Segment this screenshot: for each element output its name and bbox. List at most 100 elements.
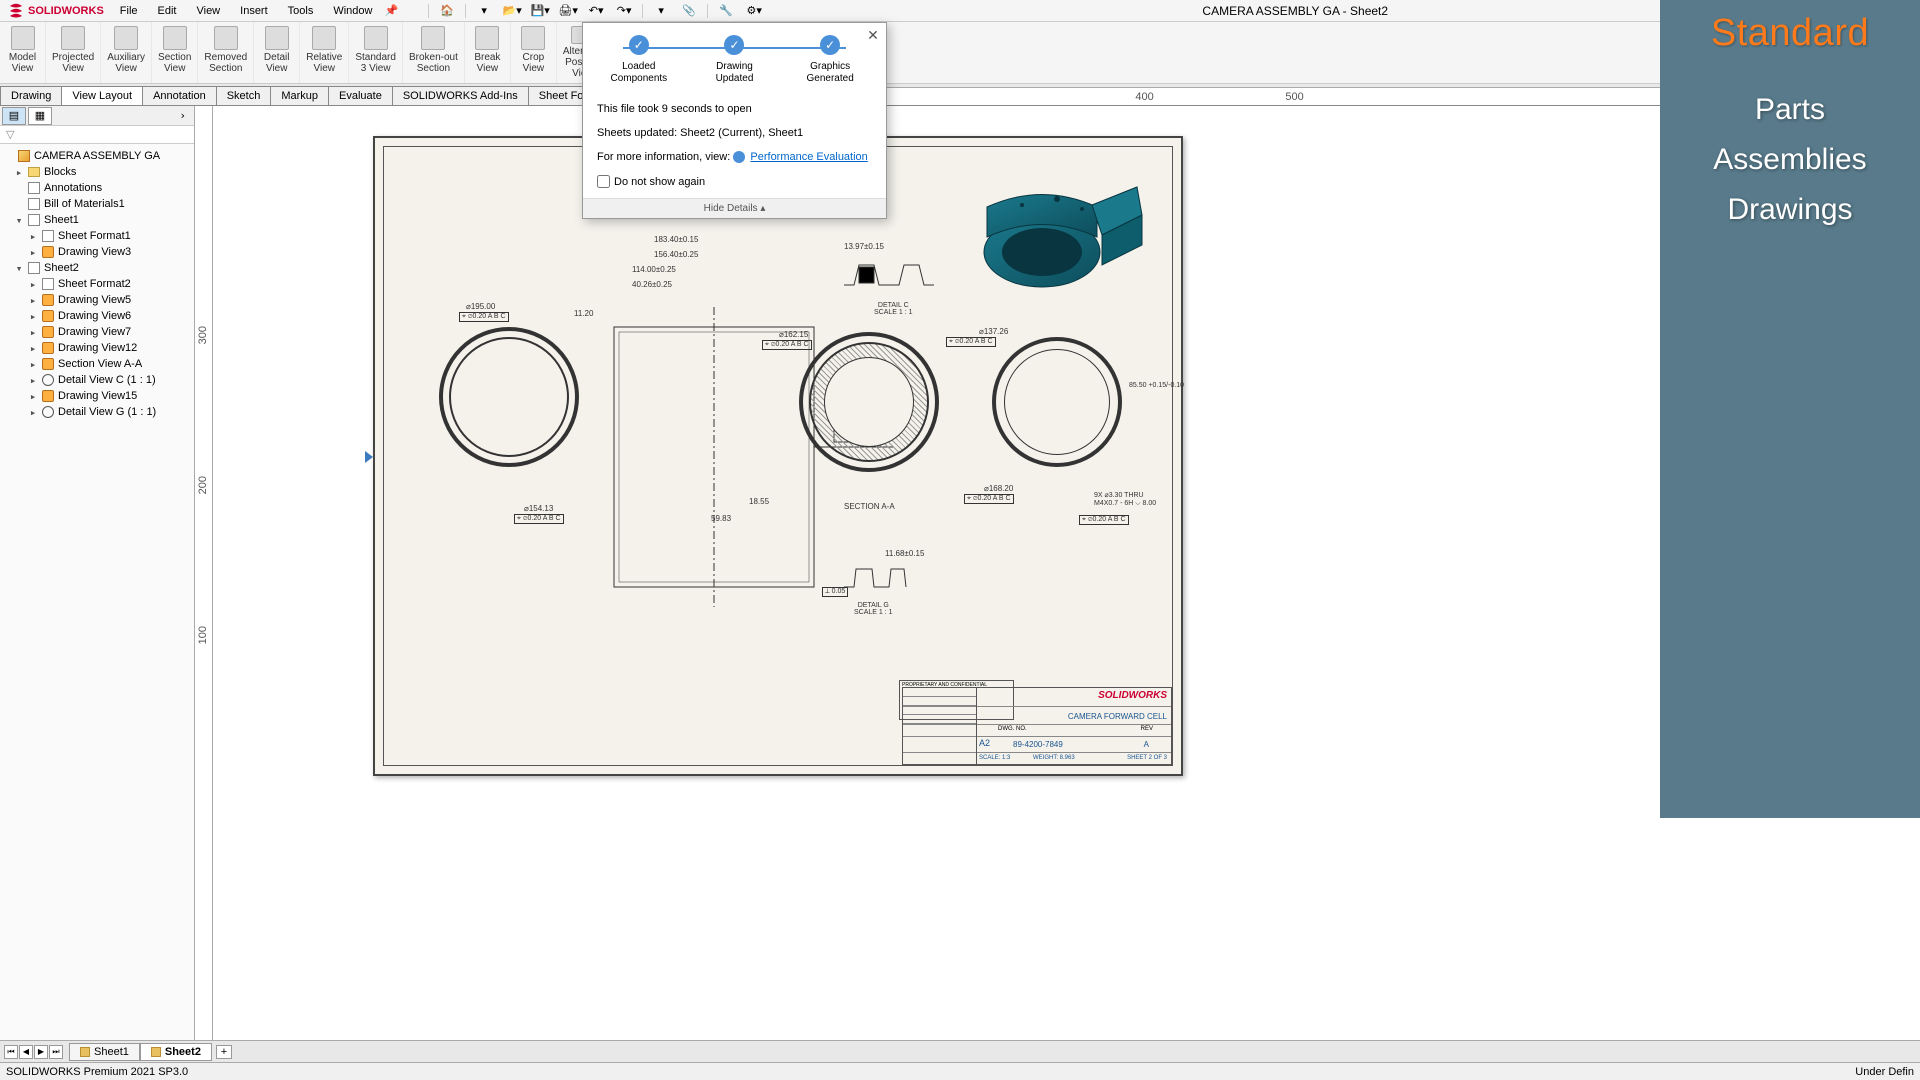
app-logo: SOLIDWORKS (0, 3, 112, 19)
expand-icon[interactable]: ▸ (28, 278, 38, 291)
tab-sketch[interactable]: Sketch (216, 86, 272, 105)
expand-icon[interactable]: ▸ (28, 246, 38, 259)
hide-details-toggle[interactable]: Hide Details ▴ (583, 198, 886, 218)
ribbon-detail-view[interactable]: DetailView (254, 22, 300, 83)
open-icon[interactable]: 📂▾ (502, 3, 522, 19)
ribbon-model-view[interactable]: ModelView (0, 22, 46, 83)
rebuild-icon[interactable]: 🔧 (716, 3, 736, 19)
expand-icon[interactable]: ▸ (28, 406, 38, 419)
dim-85: 85.50 +0.15/-0.10 (1129, 382, 1184, 389)
ribbon-removed-section[interactable]: RemovedSection (198, 22, 254, 83)
tree-item[interactable]: ▸Drawing View12 (0, 340, 194, 356)
expand-icon[interactable]: ▾ (14, 214, 24, 227)
tree-item[interactable]: ▸Section View A-A (0, 356, 194, 372)
save-icon[interactable]: 💾▾ (530, 3, 550, 19)
options-icon[interactable]: ⚙▾ (744, 3, 764, 19)
section-label: SECTION A-A (844, 502, 895, 511)
sheet-nav-first-icon[interactable]: ⏮ (4, 1045, 18, 1059)
tree-item[interactable]: ▸Detail View C (1 : 1) (0, 372, 194, 388)
tree-item[interactable]: ▸Drawing View3 (0, 244, 194, 260)
drawing-sheet: ⌖ ⌀0.20 A B C 183.40±0.15 156.40±0.25 (373, 136, 1183, 776)
ribbon-projected-view[interactable]: ProjectedView (46, 22, 101, 83)
expand-icon[interactable]: ▸ (28, 326, 38, 339)
redo-icon[interactable]: ↷▾ (614, 3, 634, 19)
sheet-tab-sheet2[interactable]: Sheet2 (140, 1043, 212, 1061)
ribbon-break-view[interactable]: BreakView (465, 22, 511, 83)
expand-icon[interactable]: ▸ (28, 230, 38, 243)
tab-annotation[interactable]: Annotation (142, 86, 217, 105)
ribbon-auxiliary-view[interactable]: AuxiliaryView (101, 22, 152, 83)
tree-item[interactable]: ▾Sheet1 (0, 212, 194, 228)
dim-detail-c: 13.97±0.15 (844, 242, 884, 251)
gdt-137: ⌖ ⌀0.20 A B C (946, 337, 996, 347)
ribbon-relative-view[interactable]: RelativeView (300, 22, 349, 83)
gdt-168: ⌖ ⌀0.20 A B C (964, 494, 1014, 504)
undo-icon[interactable]: ↶▾ (586, 3, 606, 19)
expand-arrow-icon[interactable]: › (179, 109, 186, 122)
expand-icon[interactable]: ▸ (28, 342, 38, 355)
add-sheet-icon[interactable]: + (216, 1045, 232, 1059)
performance-icon (733, 151, 745, 163)
ribbon-icon (163, 26, 187, 50)
print-icon[interactable]: 🖨▾ (558, 3, 578, 19)
menu-tools[interactable]: Tools (284, 3, 318, 19)
dim-59: 59.83 (711, 514, 731, 523)
menu-view[interactable]: View (192, 3, 224, 19)
license-overlay: Standard Parts Assemblies Drawings (1660, 0, 1920, 818)
tree-item[interactable]: ▸Blocks (0, 164, 194, 180)
tree-item[interactable]: Annotations (0, 180, 194, 196)
expand-icon[interactable]: ▸ (14, 166, 24, 179)
do-not-show-input[interactable] (597, 175, 610, 188)
tree-root[interactable]: CAMERA ASSEMBLY GA (0, 148, 194, 164)
tree-item[interactable]: ▸Drawing View15 (0, 388, 194, 404)
tree-item[interactable]: ▸Sheet Format2 (0, 276, 194, 292)
dim-162: ⌀162.15 (779, 330, 808, 339)
tree-item[interactable]: ▸Drawing View7 (0, 324, 194, 340)
menu-window[interactable]: Window (329, 3, 376, 19)
menu-file[interactable]: File (116, 3, 142, 19)
feature-tree-tab-icon[interactable]: ▤ (2, 107, 26, 125)
expand-icon[interactable]: ▸ (28, 390, 38, 403)
tree-item[interactable]: ▾Sheet2 (0, 260, 194, 276)
pin-icon[interactable]: 📌 (384, 4, 398, 17)
menu-insert[interactable]: Insert (236, 3, 272, 19)
tab-view-layout[interactable]: View Layout (61, 86, 143, 105)
tab-drawing[interactable]: Drawing (0, 86, 62, 105)
tree-item[interactable]: ▸Drawing View6 (0, 308, 194, 324)
title-block: SOLIDWORKS CAMERA FORWARD CELL DWG. NO. … (902, 687, 1172, 765)
sheet-nav-prev-icon[interactable]: ◀ (19, 1045, 33, 1059)
sheet-nav-last-icon[interactable]: ⏭ (49, 1045, 63, 1059)
expand-icon[interactable]: ▸ (28, 310, 38, 323)
expand-icon[interactable]: ▸ (28, 358, 38, 371)
expand-icon[interactable]: ▾ (14, 262, 24, 275)
sheet-nav-next-icon[interactable]: ▶ (34, 1045, 48, 1059)
attach-icon[interactable]: 📎 (679, 3, 699, 19)
ribbon-crop-view[interactable]: CropView (511, 22, 557, 83)
menu-edit[interactable]: Edit (154, 3, 181, 19)
ribbon-broken-out-section[interactable]: Broken-outSection (403, 22, 465, 83)
config-tab-icon[interactable]: ▦ (28, 107, 52, 125)
expand-icon[interactable]: ▸ (28, 374, 38, 387)
tree-item[interactable]: ▸Drawing View5 (0, 292, 194, 308)
expand-icon[interactable]: ▸ (28, 294, 38, 307)
view-icon (42, 326, 54, 338)
tab-evaluate[interactable]: Evaluate (328, 86, 393, 105)
tab-solidworks-add-ins[interactable]: SOLIDWORKS Add-Ins (392, 86, 529, 105)
dim-195: ⌀195.00 (466, 302, 495, 311)
new-icon[interactable]: ▾ (474, 3, 494, 19)
dialog-step: ✓GraphicsGenerated (790, 35, 870, 85)
tree-filter[interactable]: ▽ (0, 126, 194, 144)
overlay-item-assemblies: Assemblies (1713, 143, 1866, 177)
tree-item[interactable]: ▸Sheet Format1 (0, 228, 194, 244)
ribbon-section-view[interactable]: SectionView (152, 22, 198, 83)
tree-item[interactable]: ▸Detail View G (1 : 1) (0, 404, 194, 420)
ribbon-standard-3-view[interactable]: Standard3 View (349, 22, 403, 83)
tree-item[interactable]: Bill of Materials1 (0, 196, 194, 212)
home-icon[interactable]: 🏠 (437, 3, 457, 19)
tab-markup[interactable]: Markup (270, 86, 329, 105)
performance-evaluation-link[interactable]: Performance Evaluation (750, 151, 867, 163)
do-not-show-checkbox[interactable]: Do not show again (597, 175, 872, 188)
sheet-tab-sheet1[interactable]: Sheet1 (69, 1043, 140, 1061)
select-icon[interactable]: ▾ (651, 3, 671, 19)
check-icon: ✓ (629, 35, 649, 55)
